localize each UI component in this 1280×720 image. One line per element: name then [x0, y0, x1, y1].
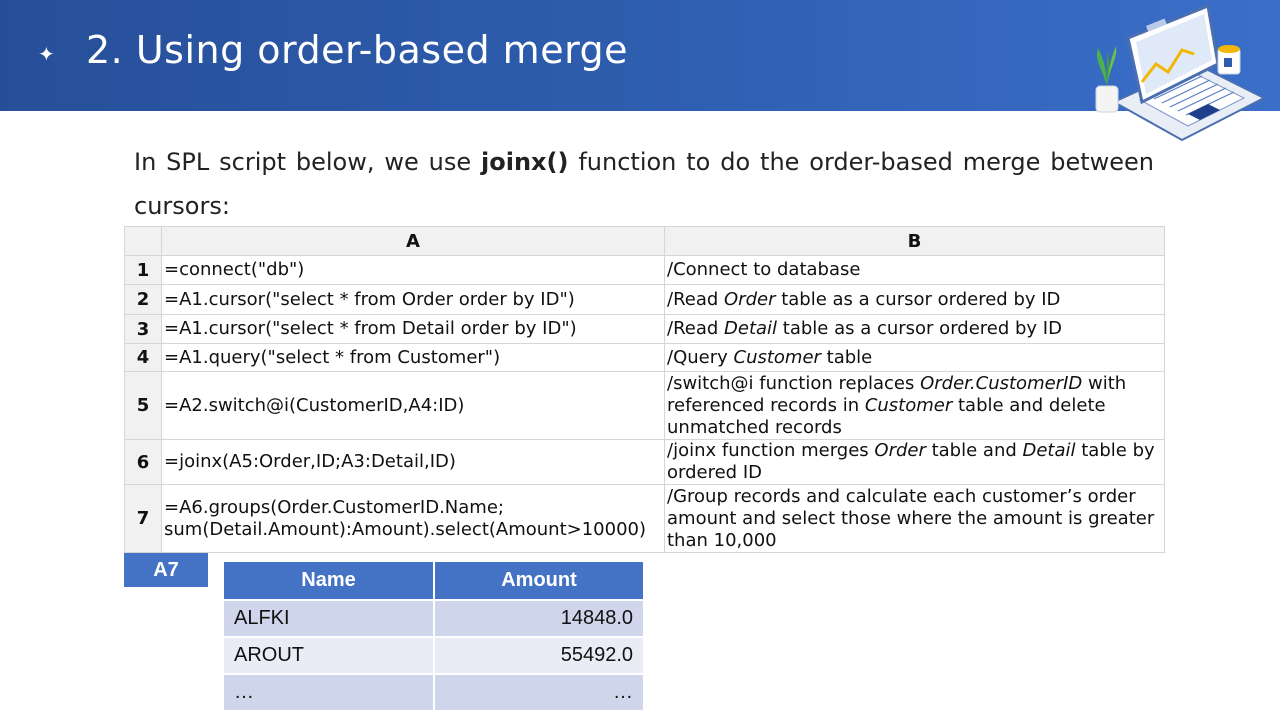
column-header-b[interactable]: B [664, 226, 1165, 256]
table-row[interactable]: AROUT 55492.0 [222, 636, 645, 675]
grid-row: 4 =A1.query("select * from Customer") /Q… [124, 343, 1165, 372]
cell-a1[interactable]: =connect("db") [161, 255, 665, 285]
name-cell: ALFKI [222, 599, 435, 638]
cell-a2[interactable]: =A1.cursor("select * from Order order by… [161, 284, 665, 315]
amount-cell: … [433, 673, 645, 712]
comment-text: table as a cursor ordered by ID [777, 318, 1062, 339]
table-name: Order [874, 440, 926, 462]
function-name: joinx() [481, 148, 569, 176]
comment-text: table [820, 346, 873, 368]
comment-text: /Group records and calculate each custom… [667, 485, 1155, 551]
cell-a3[interactable]: =A1.cursor("select * from Detail order b… [161, 314, 665, 344]
field-name: Order.CustomerID [920, 372, 1083, 394]
corner-cell [124, 226, 162, 256]
cell-a7[interactable]: =A6.groups(Order.CustomerID.Name; sum(De… [161, 484, 665, 553]
comment-text: /joinx function merges [667, 440, 875, 462]
table-name: Order [724, 288, 776, 310]
row-number[interactable]: 7 [124, 484, 162, 553]
table-name: Customer [864, 394, 953, 416]
cell-a6[interactable]: =joinx(A5:Order,ID;A3:Detail,ID) [161, 439, 665, 485]
comment-text: /switch@i function replaces [667, 372, 921, 394]
slide-title: 2. Using order-based merge [86, 28, 629, 72]
table-row[interactable]: ALFKI 14848.0 [222, 599, 645, 638]
table-name: Detail [1022, 440, 1076, 462]
name-cell: … [222, 673, 435, 712]
table-name: Detail [724, 318, 778, 339]
row-number[interactable]: 3 [124, 314, 162, 344]
result-table: Name Amount ALFKI 14848.0 AROUT 55492.0 … [222, 560, 645, 712]
cell-a5[interactable]: =A2.switch@i(CustomerID,A4:ID) [161, 371, 665, 440]
column-header-name[interactable]: Name [222, 560, 435, 601]
row-number[interactable]: 1 [124, 255, 162, 285]
table-row[interactable]: … … [222, 673, 645, 712]
table-name: Customer [733, 346, 821, 368]
row-number[interactable]: 6 [124, 439, 162, 485]
cell-b7[interactable]: /Group records and calculate each custom… [664, 484, 1165, 553]
grid-header-row: A B [124, 226, 1165, 256]
spl-script-grid: A B 1 =connect("db") /Connect to databas… [124, 226, 1165, 553]
laptop-illustration-icon [1095, 3, 1267, 142]
intro-paragraph: In SPL script below, we use joinx() func… [134, 140, 1154, 228]
grid-row: 7 =A6.groups(Order.CustomerID.Name; sum(… [124, 484, 1165, 553]
comment-text: /Connect to database [667, 259, 861, 280]
amount-cell: 14848.0 [433, 599, 645, 638]
row-number[interactable]: 2 [124, 284, 162, 315]
result-cell-label: A7 [124, 553, 208, 587]
column-header-amount[interactable]: Amount [433, 560, 645, 601]
grid-row: 5 =A2.switch@i(CustomerID,A4:ID) /switch… [124, 371, 1165, 440]
cell-b6[interactable]: /joinx function merges Order table and D… [664, 439, 1165, 485]
grid-row: 3 =A1.cursor("select * from Detail order… [124, 314, 1165, 344]
grid-row: 6 =joinx(A5:Order,ID;A3:Detail,ID) /join… [124, 439, 1165, 485]
comment-text: /Query [667, 346, 734, 368]
cell-b5[interactable]: /switch@i function replaces Order.Custom… [664, 371, 1165, 440]
row-number[interactable]: 4 [124, 343, 162, 372]
grid-row: 1 =connect("db") /Connect to database [124, 255, 1165, 285]
cell-b2[interactable]: /Read Order table as a cursor ordered by… [664, 284, 1165, 315]
result-header-row: Name Amount [222, 560, 645, 601]
cell-b1[interactable]: /Connect to database [664, 255, 1165, 285]
star-bullet-icon: ✦ [38, 42, 55, 66]
comment-text: table as a cursor ordered by ID [775, 288, 1061, 310]
grid-row: 2 =A1.cursor("select * from Order order … [124, 284, 1165, 315]
comment-text: /Read [667, 288, 725, 310]
cell-b4[interactable]: /Query Customer table [664, 343, 1165, 372]
cell-a4[interactable]: =A1.query("select * from Customer") [161, 343, 665, 372]
row-number[interactable]: 5 [124, 371, 162, 440]
intro-text-start: In SPL script below, we use [134, 148, 482, 176]
column-header-a[interactable]: A [161, 226, 665, 256]
amount-cell: 55492.0 [433, 636, 645, 675]
comment-text: table and [925, 440, 1023, 462]
comment-text: /Read [667, 318, 725, 339]
name-cell: AROUT [222, 636, 435, 675]
cell-b3[interactable]: /Read Detail table as a cursor ordered b… [664, 314, 1165, 344]
